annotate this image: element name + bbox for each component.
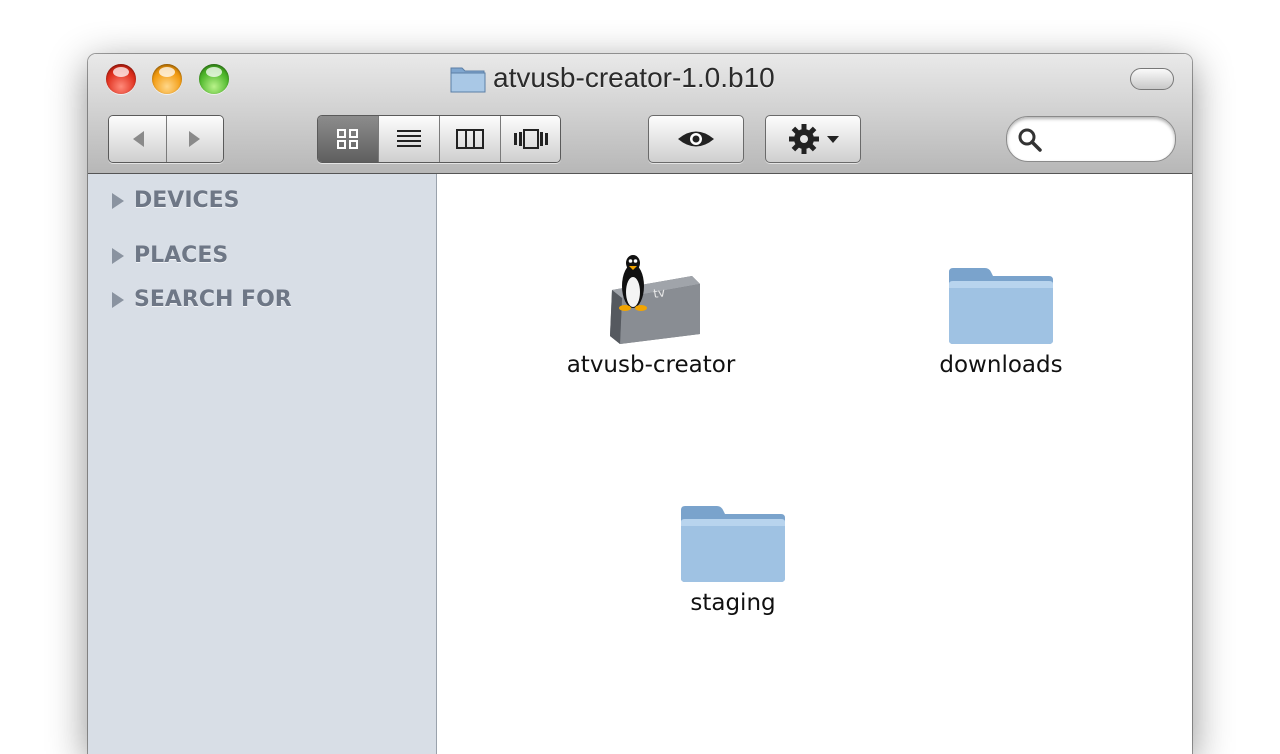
toolbar-toggle-button[interactable] <box>1130 68 1174 90</box>
minimize-window-button[interactable] <box>152 64 182 94</box>
quick-look-button[interactable] <box>648 115 744 163</box>
zoom-window-button[interactable] <box>199 64 229 94</box>
column-view-icon <box>456 129 484 149</box>
disclosure-triangle-icon[interactable] <box>112 291 124 308</box>
file-item-atvusb-creator[interactable]: tv atvusb-creator <box>541 236 761 378</box>
file-item-downloads[interactable]: downloads <box>891 236 1111 378</box>
list-view-button[interactable] <box>378 116 439 162</box>
action-menu-button[interactable] <box>765 115 861 163</box>
cover-flow-view-button[interactable] <box>500 116 560 162</box>
disclosure-triangle-icon[interactable] <box>112 192 124 209</box>
icon-view-icon <box>337 129 358 149</box>
file-browser-content: tv atvusb-creator downloads staging <box>437 174 1192 754</box>
file-item-label: staging <box>690 590 776 616</box>
column-view-button[interactable] <box>439 116 500 162</box>
sidebar-section-label: PLACES <box>134 243 229 268</box>
navigation-buttons <box>108 115 224 163</box>
sidebar-section-search-for[interactable]: SEARCH FOR <box>112 287 292 312</box>
sidebar-section-places[interactable]: PLACES <box>112 243 228 268</box>
view-mode-selector <box>317 115 561 163</box>
apple-tv-linux-app-icon: tv <box>610 255 700 344</box>
sidebar: DEVICES PLACES SEARCH FOR <box>88 174 437 754</box>
disclosure-triangle-icon[interactable] <box>112 247 124 264</box>
finder-window: atvusb-creator-1.0.b10 DEVICES PLACES SE… <box>88 54 1192 754</box>
file-item-staging[interactable]: staging <box>623 474 843 616</box>
file-item-label: atvusb-creator <box>566 352 736 378</box>
back-button[interactable] <box>109 116 166 162</box>
window-title-text: atvusb-creator-1.0.b10 <box>493 62 775 93</box>
sidebar-section-label: SEARCH FOR <box>134 287 292 312</box>
file-item-label: downloads <box>939 352 1063 378</box>
list-view-icon <box>397 130 421 147</box>
forward-button[interactable] <box>166 116 223 162</box>
back-arrow-icon <box>132 131 144 147</box>
folder-icon <box>949 268 1053 344</box>
cover-flow-icon <box>513 129 548 149</box>
toolbar: atvusb-creator-1.0.b10 <box>88 54 1192 174</box>
window-title: atvusb-creator-1.0.b10 <box>450 60 775 96</box>
search-icon <box>1018 128 1042 152</box>
forward-arrow-icon <box>189 131 200 147</box>
folder-icon <box>450 67 486 93</box>
svg-text:tv: tv <box>652 285 666 301</box>
search-field[interactable] <box>1006 116 1176 162</box>
gear-icon <box>789 124 819 154</box>
search-input[interactable] <box>1049 125 1165 153</box>
sidebar-section-devices[interactable]: DEVICES <box>112 188 240 213</box>
sidebar-section-label: DEVICES <box>134 188 240 213</box>
icon-view-button[interactable] <box>318 116 378 162</box>
folder-icon <box>681 506 785 582</box>
close-window-button[interactable] <box>106 64 136 94</box>
chevron-down-icon <box>827 136 839 143</box>
eye-icon <box>678 131 714 147</box>
